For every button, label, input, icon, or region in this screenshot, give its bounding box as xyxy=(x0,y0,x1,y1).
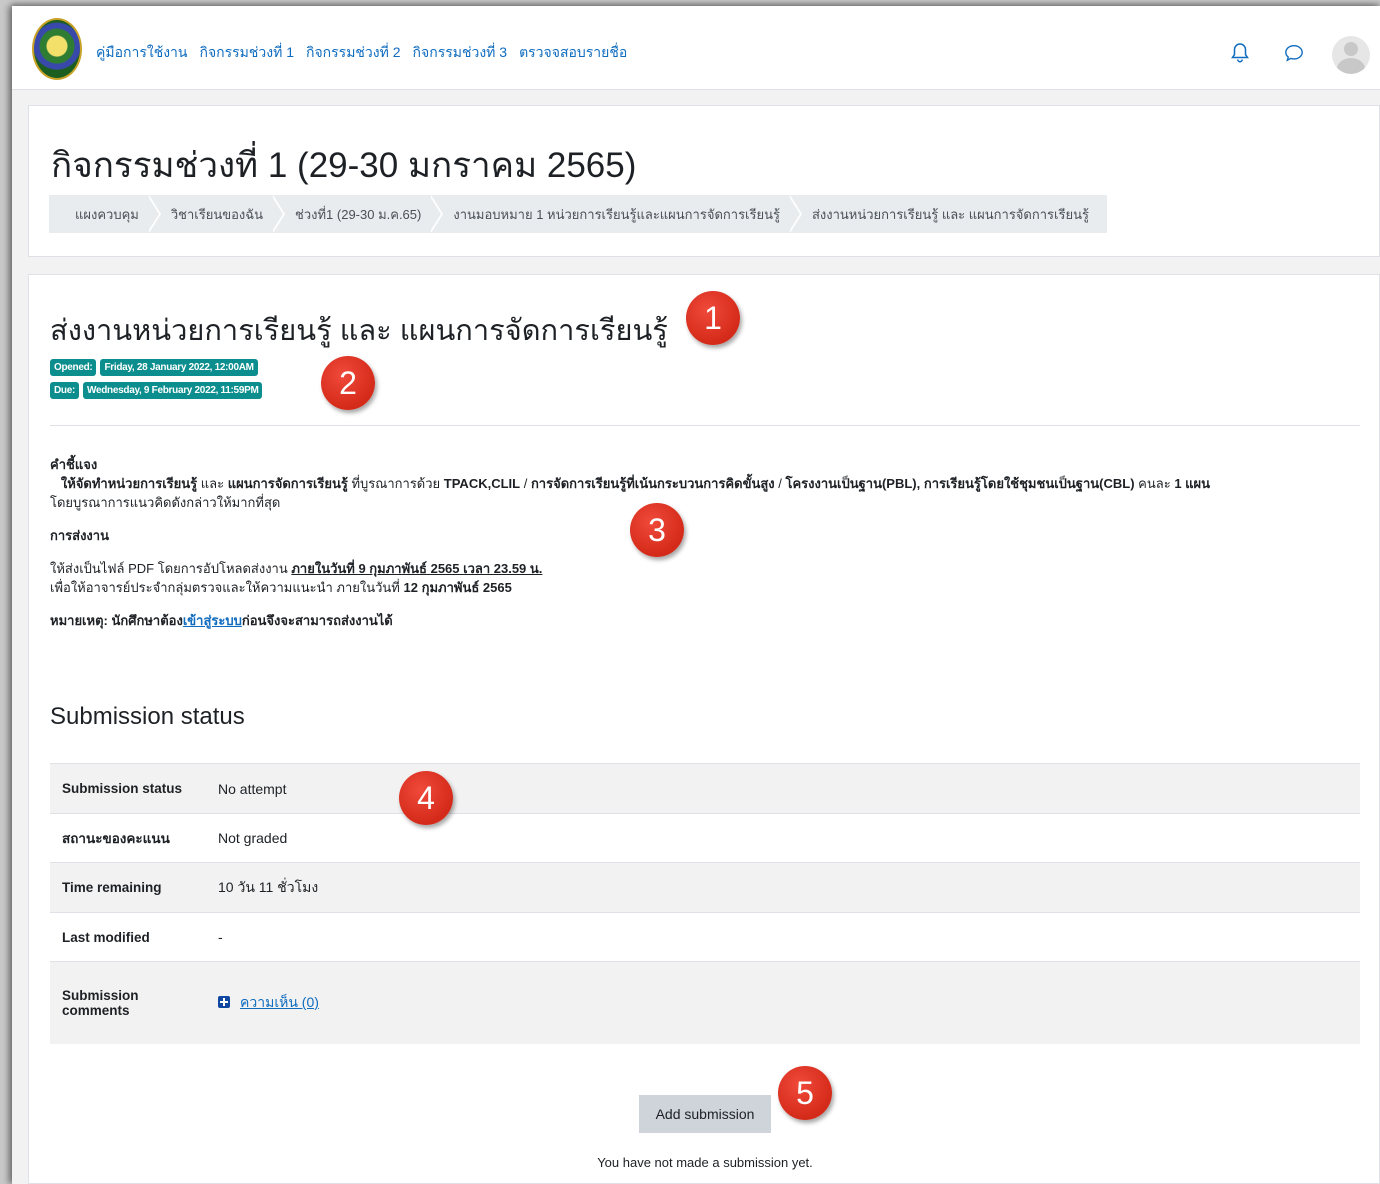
row-label: Time remaining xyxy=(50,862,206,913)
text: / xyxy=(520,476,531,491)
row-label: Submission comments xyxy=(50,961,206,1044)
text: ให้ส่งเป็นไฟล์ PDF โดยการอัปโหลดส่งงาน xyxy=(50,561,292,576)
breadcrumb-dashboard[interactable]: แผงควบคุม xyxy=(75,204,139,225)
feedback-date: 12 กุมภาพันธ์ 2565 xyxy=(403,580,512,595)
login-link[interactable]: เข้าสู่ระบบ xyxy=(183,613,242,628)
submission-line-2: เพื่อให้อาจารย์ประจำกลุ่มตรวจและให้ความแ… xyxy=(50,578,1350,597)
chat-icon[interactable] xyxy=(1284,42,1304,69)
instructions-line-1: ให้จัดทำหน่วยการเรียนรู้ และ แผนการจัดกา… xyxy=(50,474,1350,493)
row-value: ความเห็น (0) xyxy=(206,961,1360,1044)
main-content: ส่งงานหน่วยการเรียนรู้ และ แผนการจัดการเ… xyxy=(28,274,1380,1184)
bold-text: แผนการจัดการเรียนรู้ xyxy=(227,476,348,491)
divider xyxy=(50,425,1360,426)
nav-link-check-names[interactable]: ตรวจจสอบรายชื่อ xyxy=(519,42,627,64)
nav-link-activity-3[interactable]: กิจกรรมช่วงที่ 3 xyxy=(413,42,508,64)
comments-link[interactable]: ความเห็น (0) xyxy=(240,994,319,1010)
due-label: Due: xyxy=(50,382,80,399)
nav-link-activity-1[interactable]: กิจกรรมช่วงที่ 1 xyxy=(199,42,294,64)
row-label: Submission status xyxy=(50,763,206,814)
callout-marker-3: 3 xyxy=(630,503,684,557)
bold-text: 1 แผน xyxy=(1174,476,1211,491)
table-row: Submission status No attempt xyxy=(50,763,1360,814)
text: เพื่อให้อาจารย์ประจำกลุ่มตรวจและให้ความแ… xyxy=(50,580,404,595)
opened-label: Opened: xyxy=(50,359,97,376)
submission-status-heading: Submission status xyxy=(50,703,245,730)
text: ที่บูรณาการด้วย xyxy=(347,476,444,491)
note-line: หมายเหตุ: นักศึกษาต้องเข้าสู่ระบบก่อนจึง… xyxy=(50,611,1350,630)
breadcrumb-section[interactable]: ช่วงที่1 (29-30 ม.ค.65) xyxy=(295,204,421,225)
bell-icon[interactable] xyxy=(1230,42,1250,69)
due-date: Wednesday, 9 February 2022, 11:59PM xyxy=(83,382,263,399)
row-label: สถานะของคะแนน xyxy=(50,813,206,863)
page-title: กิจกรรมช่วงที่ 1 (29-30 มกราคม 2565) xyxy=(51,146,637,185)
opened-date: Friday, 28 January 2022, 12:00AM xyxy=(100,359,258,376)
breadcrumb-my-courses[interactable]: วิชาเรียนของฉัน xyxy=(171,204,263,225)
table-row: Submission comments ความเห็น (0) xyxy=(50,961,1360,1044)
row-label: Last modified xyxy=(50,912,206,962)
deadline-text: ภายในวันที่ 9 กุมภาพันธ์ 2565 เวลา 23.59… xyxy=(291,561,543,576)
breadcrumb-current[interactable]: ส่งงานหน่วยการเรียนรู้ และ แผนการจัดการเ… xyxy=(812,204,1089,225)
callout-marker-2: 2 xyxy=(321,356,375,410)
bold-text: โครงงานเป็นฐาน(PBL), การเรียนรู้โดยใช้ชุ… xyxy=(785,476,1135,491)
university-logo[interactable] xyxy=(32,18,82,80)
bold-text: ให้จัดทำหน่วยการเรียนรู้ xyxy=(60,476,198,491)
row-value: - xyxy=(206,912,1360,962)
nav-link-manual[interactable]: คู่มือการใช้งาน xyxy=(96,42,187,64)
note-text: หมายเหตุ: นักศึกษาต้อง xyxy=(50,613,183,628)
breadcrumb-assignment-group[interactable]: งานมอบหมาย 1 หน่วยการเรียนรู้และแผนการจั… xyxy=(453,204,780,225)
row-value: Not graded xyxy=(206,813,1360,863)
text: คนละ xyxy=(1134,476,1175,491)
table-row: สถานะของคะแนน Not graded xyxy=(50,813,1360,863)
note-text: ก่อนจึงจะสามารถส่งงานได้ xyxy=(241,613,393,628)
user-avatar[interactable] xyxy=(1332,36,1370,74)
table-row: Last modified - xyxy=(50,912,1360,962)
submission-heading-th: การส่งงาน xyxy=(50,528,109,543)
activity-title: ส่งงานหน่วยการเรียนรู้ และ แผนการจัดการเ… xyxy=(50,315,668,347)
text: / xyxy=(774,476,786,491)
submission-line-1: ให้ส่งเป็นไฟล์ PDF โดยการอัปโหลดส่งงาน ภ… xyxy=(50,559,1350,578)
submission-status-table: Submission status No attempt สถานะของคะแ… xyxy=(50,763,1360,1044)
row-value: No attempt xyxy=(206,763,1360,814)
row-value: 10 วัน 11 ชั่วโมง xyxy=(206,862,1360,913)
text: และ xyxy=(197,476,228,491)
callout-marker-5: 5 xyxy=(778,1066,832,1120)
instructions-heading: คำชี้แจง xyxy=(50,457,98,472)
nav-links: คู่มือการใช้งาน กิจกรรมช่วงที่ 1 กิจกรรม… xyxy=(96,42,627,64)
activity-description: คำชี้แจง ให้จัดทำหน่วยการเรียนรู้ และ แผ… xyxy=(50,455,1350,630)
breadcrumb-separator xyxy=(429,195,445,233)
table-row: Time remaining 10 วัน 11 ชั่วโมง xyxy=(50,862,1360,913)
bold-text: การจัดการเรียนรู้ที่เน้นกระบวนการคิดขั้น… xyxy=(530,476,775,491)
plus-icon[interactable] xyxy=(218,995,230,1008)
breadcrumb-separator xyxy=(787,195,804,233)
instructions-line-2: โดยบูรณาการแนวคิดดังกล่าวให้มากที่สุด xyxy=(50,495,281,510)
no-submission-message: You have not made a submission yet. xyxy=(597,1155,813,1170)
navbar: คู่มือการใช้งาน กิจกรรมช่วงที่ 1 กิจกรรม… xyxy=(12,6,1380,90)
activity-dates: Opened: Friday, 28 January 2022, 12:00AM… xyxy=(50,359,263,405)
page-header: กิจกรรมช่วงที่ 1 (29-30 มกราคม 2565) แผง… xyxy=(28,105,1380,257)
bold-text: TPACK,CLIL xyxy=(443,476,521,491)
callout-marker-4: 4 xyxy=(399,771,453,825)
breadcrumb-separator xyxy=(271,195,287,233)
callout-marker-1: 1 xyxy=(686,291,740,345)
breadcrumb-separator xyxy=(146,195,163,233)
breadcrumb: แผงควบคุม วิชาเรียนของฉัน ช่วงที่1 (29-3… xyxy=(49,195,1107,233)
add-submission-button[interactable]: Add submission xyxy=(639,1095,771,1133)
nav-link-activity-2[interactable]: กิจกรรมช่วงที่ 2 xyxy=(306,42,401,64)
